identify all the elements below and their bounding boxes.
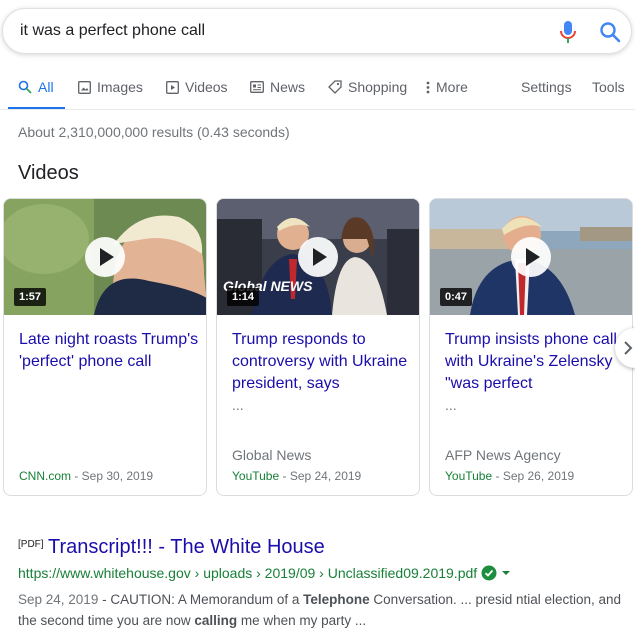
snippet-date: Sep 24, 2019 bbox=[18, 592, 99, 607]
tab-label: Settings bbox=[521, 79, 572, 95]
result-title-link[interactable]: Transcript!!! - The White House bbox=[48, 536, 325, 559]
tab-label: All bbox=[38, 79, 54, 95]
video-site: CNN.com bbox=[19, 469, 72, 483]
snippet-text: - CAUTION: A Memorandum of a bbox=[98, 592, 304, 607]
video-duration: 0:47 bbox=[440, 288, 473, 306]
image-icon bbox=[78, 80, 91, 94]
tag-icon bbox=[328, 80, 342, 94]
videos-heading: Videos bbox=[18, 162, 79, 184]
video-title[interactable]: Trump responds to controversy with Ukrai… bbox=[232, 329, 412, 395]
video-meta: CNN.com - Sep 30, 2019 bbox=[19, 469, 153, 483]
search-bar[interactable]: it was a perfect phone call bbox=[2, 8, 632, 54]
video-meta: YouTube - Sep 26, 2019 bbox=[445, 469, 574, 483]
search-icon[interactable] bbox=[599, 21, 621, 43]
tab-label: More bbox=[436, 79, 468, 95]
video-thumbnail[interactable]: 0:47 bbox=[430, 199, 632, 315]
snippet-text: me when my party ... bbox=[237, 613, 367, 628]
video-source: Global News bbox=[232, 447, 312, 463]
video-ellipsis: ... bbox=[232, 397, 244, 413]
video-card[interactable]: 1:57 Late night roasts Trump's 'perfect'… bbox=[3, 198, 207, 496]
dropdown-arrow-icon[interactable] bbox=[501, 570, 511, 576]
snippet-highlight: calling bbox=[194, 613, 238, 628]
video-date: - Sep 24, 2019 bbox=[279, 469, 362, 483]
play-icon bbox=[166, 80, 179, 94]
video-card[interactable]: 0:47 Trump insists phone call with Ukrai… bbox=[429, 198, 633, 496]
play-button-icon[interactable] bbox=[511, 237, 551, 277]
result-stats: About 2,310,000,000 results (0.43 second… bbox=[18, 124, 290, 140]
news-icon bbox=[250, 81, 264, 93]
snippet-highlight: Telephone bbox=[303, 592, 370, 607]
result-url[interactable]: https://www.whitehouse.gov › uploads › 2… bbox=[18, 565, 511, 581]
video-site: YouTube bbox=[445, 469, 493, 483]
microphone-icon[interactable] bbox=[558, 20, 578, 44]
file-type-tag: [PDF] bbox=[18, 539, 44, 550]
tab-news[interactable]: News bbox=[250, 79, 305, 95]
video-date: - Sep 26, 2019 bbox=[492, 469, 575, 483]
video-duration: 1:57 bbox=[14, 288, 47, 306]
video-title[interactable]: Late night roasts Trump's 'perfect' phon… bbox=[19, 329, 199, 373]
search-tabs: All Images Videos News Shopping More Set… bbox=[0, 70, 635, 110]
result-url-text[interactable]: https://www.whitehouse.gov › uploads › 2… bbox=[18, 565, 477, 581]
tab-label: Shopping bbox=[348, 79, 408, 95]
video-thumbnail[interactable]: Global NEWS 1:14 bbox=[217, 199, 419, 315]
video-source: AFP News Agency bbox=[445, 447, 561, 463]
tab-images[interactable]: Images bbox=[78, 79, 143, 95]
tab-label: Videos bbox=[185, 79, 228, 95]
tab-tools[interactable]: Tools bbox=[592, 79, 625, 95]
search-icon bbox=[18, 80, 32, 94]
tab-all[interactable]: All bbox=[18, 79, 54, 95]
video-title[interactable]: Trump insists phone call with Ukraine's … bbox=[445, 329, 625, 395]
tab-videos[interactable]: Videos bbox=[166, 79, 228, 95]
tab-label: News bbox=[270, 79, 306, 95]
video-ellipsis: ... bbox=[445, 397, 457, 413]
video-meta: YouTube - Sep 24, 2019 bbox=[232, 469, 361, 483]
video-site: YouTube bbox=[232, 469, 280, 483]
video-duration: 1:14 bbox=[227, 288, 260, 306]
tabs-divider bbox=[0, 109, 635, 110]
play-button-icon[interactable] bbox=[85, 237, 125, 277]
tab-settings[interactable]: Settings bbox=[521, 79, 572, 95]
play-button-icon[interactable] bbox=[298, 237, 338, 277]
tab-more[interactable]: More bbox=[426, 79, 468, 95]
verified-check-icon bbox=[481, 565, 497, 581]
more-vertical-icon bbox=[426, 81, 430, 93]
tab-shopping[interactable]: Shopping bbox=[328, 79, 407, 95]
tab-label: Tools bbox=[592, 79, 625, 95]
video-card[interactable]: Global NEWS 1:14 Trump responds to contr… bbox=[216, 198, 420, 496]
video-thumbnail[interactable]: 1:57 bbox=[4, 199, 206, 315]
result-snippet: Sep 24, 2019 - CAUTION: A Memorandum of … bbox=[18, 589, 633, 630]
search-input[interactable]: it was a perfect phone call bbox=[20, 22, 205, 40]
chevron-right-icon bbox=[624, 341, 633, 355]
video-date: - Sep 30, 2019 bbox=[71, 469, 154, 483]
tab-label: Images bbox=[97, 79, 143, 95]
